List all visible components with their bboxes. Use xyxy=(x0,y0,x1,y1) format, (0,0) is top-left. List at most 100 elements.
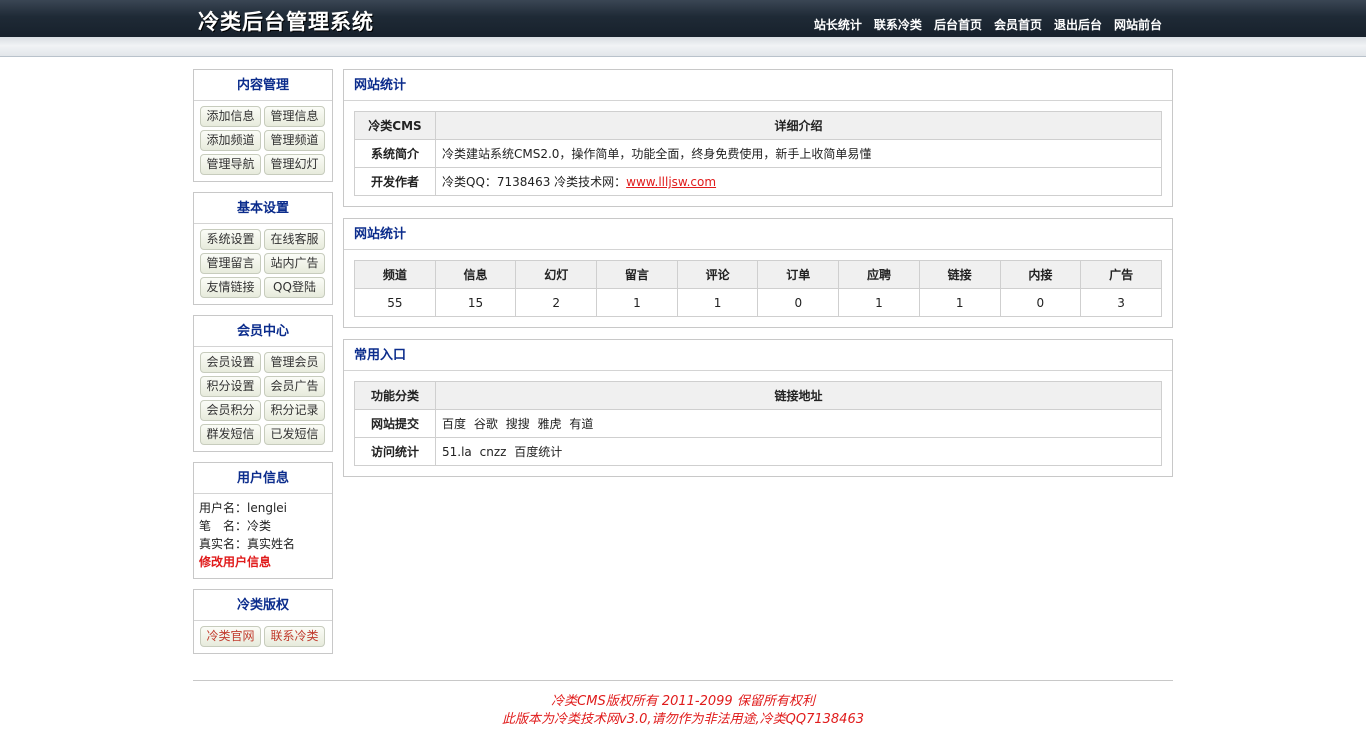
contact-button[interactable]: 联系冷类 xyxy=(264,626,325,647)
table-row: 开发作者 冷类QQ：7138463 冷类技术网：www.llljsw.com xyxy=(354,167,1162,196)
footer-notice: 此版本为冷类技术网v3.0,请勿作为非法用途,冷类QQ7138463 xyxy=(502,712,864,727)
stats-header: 评论 xyxy=(676,260,759,289)
realname-text: 真实名：真实姓名 xyxy=(199,537,296,551)
stats-value: 0 xyxy=(757,288,840,317)
cnzz-stat-link[interactable]: cnzz xyxy=(480,445,507,459)
mass-sms-button[interactable]: 群发短信 xyxy=(200,424,261,445)
site-info-table: 冷类CMS 详细介绍 系统简介 冷类建站系统CMS2.0，操作简单，功能全面，终… xyxy=(354,111,1162,196)
google-submit-link[interactable]: 谷歌 xyxy=(474,417,498,431)
copyright-title: 冷类版权 xyxy=(194,590,332,621)
submit-key: 网站提交 xyxy=(354,409,436,438)
manage-slides-button[interactable]: 管理幻灯 xyxy=(264,154,325,175)
author-site-link[interactable]: www.llljsw.com xyxy=(626,175,716,189)
sent-sms-button[interactable]: 已发短信 xyxy=(264,424,325,445)
51la-stat-link[interactable]: 51.la xyxy=(442,445,472,459)
stats-header: 留言 xyxy=(596,260,678,289)
author-value: 冷类QQ：7138463 冷类技术网： xyxy=(442,175,627,189)
header-light-band xyxy=(0,37,1366,57)
friend-links-button[interactable]: 友情链接 xyxy=(200,277,261,298)
site-stats-table: 频道 信息 幻灯 留言 评论 订单 应聘 链接 内接 广告 55 15 2 1 … xyxy=(354,260,1162,317)
author-key: 开发作者 xyxy=(354,167,436,196)
stats-value-row: 55 15 2 1 1 0 1 1 0 3 xyxy=(354,288,1162,317)
stats-value: 55 xyxy=(354,288,436,317)
stats-value: 2 xyxy=(515,288,598,317)
nav-stats-link[interactable]: 站长统计 xyxy=(814,16,862,33)
content-management-buttons: 添加信息 管理信息 添加频道 管理频道 管理导航 管理幻灯 xyxy=(194,101,332,181)
top-nav: 站长统计 联系冷类 后台首页 会员首页 退出后台 网站前台 xyxy=(814,16,1162,33)
soso-submit-link[interactable]: 搜搜 xyxy=(506,417,530,431)
member-points-button[interactable]: 会员积分 xyxy=(200,400,261,421)
basic-settings-buttons: 系统设置 在线客服 管理留言 站内广告 友情链接 QQ登陆 xyxy=(194,224,332,304)
username-text: 用户名：lenglei xyxy=(199,501,287,515)
online-service-button[interactable]: 在线客服 xyxy=(264,229,325,250)
yahoo-submit-link[interactable]: 雅虎 xyxy=(538,417,562,431)
official-site-button[interactable]: 冷类官网 xyxy=(200,626,261,647)
basic-settings-box: 基本设置 系统设置 在线客服 管理留言 站内广告 友情链接 QQ登陆 xyxy=(193,192,333,305)
youdao-submit-link[interactable]: 有道 xyxy=(569,417,593,431)
manage-nav-button[interactable]: 管理导航 xyxy=(200,154,261,175)
qq-login-button[interactable]: QQ登陆 xyxy=(264,277,325,298)
manage-channel-button[interactable]: 管理频道 xyxy=(264,130,325,151)
system-settings-button[interactable]: 系统设置 xyxy=(200,229,261,250)
stats-header: 链接 xyxy=(918,260,1001,289)
info-header-key: 冷类CMS xyxy=(354,111,436,140)
points-settings-button[interactable]: 积分设置 xyxy=(200,376,261,397)
add-info-button[interactable]: 添加信息 xyxy=(200,106,261,127)
edit-user-info-link[interactable]: 修改用户信息 xyxy=(199,553,327,571)
stat-key: 访问统计 xyxy=(354,437,436,466)
manage-info-button[interactable]: 管理信息 xyxy=(264,106,325,127)
intro-value: 冷类建站系统CMS2.0，操作简单，功能全面，终身免费使用，新手上收简单易懂 xyxy=(435,139,1162,168)
content-management-title: 内容管理 xyxy=(194,70,332,101)
stats-value: 1 xyxy=(838,288,920,317)
main-content: 网站统计 冷类CMS 详细介绍 系统简介 冷类建站系统CMS2.0，操作简单，功… xyxy=(343,69,1173,488)
baidu-submit-link[interactable]: 百度 xyxy=(442,417,466,431)
top-header: 冷类后台管理系统 站长统计 联系冷类 后台首页 会员首页 退出后台 网站前台 xyxy=(0,0,1366,57)
manage-members-button[interactable]: 管理会员 xyxy=(264,352,325,373)
site-logo: 冷类后台管理系统 xyxy=(198,10,374,34)
nav-logout-link[interactable]: 退出后台 xyxy=(1054,16,1102,33)
footer-copyright: 冷类CMS版权所有 2011-2099 保留所有权利 xyxy=(551,694,815,709)
stats-header: 应聘 xyxy=(838,260,920,289)
user-info-title: 用户信息 xyxy=(194,463,332,494)
site-stats-panel: 网站统计 频道 信息 幻灯 留言 评论 订单 应聘 链接 内接 广告 55 15 xyxy=(343,218,1173,328)
entry-header-key: 功能分类 xyxy=(354,381,436,410)
entry-header-value: 链接地址 xyxy=(435,381,1162,410)
info-header-value: 详细介绍 xyxy=(435,111,1162,140)
table-row: 网站提交 百度 谷歌 搜搜 雅虎 有道 xyxy=(354,409,1162,438)
submit-links-cell: 百度 谷歌 搜搜 雅虎 有道 xyxy=(435,409,1162,438)
site-ads-button[interactable]: 站内广告 xyxy=(264,253,325,274)
stats-value: 3 xyxy=(1080,288,1162,317)
sidebar: 内容管理 添加信息 管理信息 添加频道 管理频道 管理导航 管理幻灯 基本设置 … xyxy=(193,69,333,664)
basic-settings-title: 基本设置 xyxy=(194,193,332,224)
stats-value: 0 xyxy=(999,288,1082,317)
baidu-stat-link[interactable]: 百度统计 xyxy=(514,445,562,459)
content-management-box: 内容管理 添加信息 管理信息 添加频道 管理频道 管理导航 管理幻灯 xyxy=(193,69,333,182)
site-info-title: 网站统计 xyxy=(344,70,1172,101)
common-entry-title: 常用入口 xyxy=(344,340,1172,371)
stats-header: 幻灯 xyxy=(515,260,598,289)
nav-member-home-link[interactable]: 会员首页 xyxy=(994,16,1042,33)
member-ads-button[interactable]: 会员广告 xyxy=(264,376,325,397)
nav-contact-link[interactable]: 联系冷类 xyxy=(874,16,922,33)
table-row: 访问统计 51.la cnzz 百度统计 xyxy=(354,437,1162,466)
copyright-box: 冷类版权 冷类官网 联系冷类 xyxy=(193,589,333,654)
member-center-buttons: 会员设置 管理会员 积分设置 会员广告 会员积分 积分记录 群发短信 已发短信 xyxy=(194,347,332,451)
common-entry-table: 功能分类 链接地址 网站提交 百度 谷歌 搜搜 雅虎 有道 访问统计 51.la… xyxy=(354,381,1162,466)
manage-messages-button[interactable]: 管理留言 xyxy=(200,253,261,274)
stats-value: 1 xyxy=(596,288,678,317)
site-info-panel: 网站统计 冷类CMS 详细介绍 系统简介 冷类建站系统CMS2.0，操作简单，功… xyxy=(343,69,1173,207)
table-row: 系统简介 冷类建站系统CMS2.0，操作简单，功能全面，终身免费使用，新手上收简… xyxy=(354,139,1162,168)
stats-value: 1 xyxy=(918,288,1001,317)
add-channel-button[interactable]: 添加频道 xyxy=(200,130,261,151)
site-stats-title: 网站统计 xyxy=(344,219,1172,250)
author-value-cell: 冷类QQ：7138463 冷类技术网：www.llljsw.com xyxy=(435,167,1162,196)
member-center-title: 会员中心 xyxy=(194,316,332,347)
member-settings-button[interactable]: 会员设置 xyxy=(200,352,261,373)
nav-admin-home-link[interactable]: 后台首页 xyxy=(934,16,982,33)
stats-header-row: 频道 信息 幻灯 留言 评论 订单 应聘 链接 内接 广告 xyxy=(354,260,1162,289)
points-records-button[interactable]: 积分记录 xyxy=(264,400,325,421)
nav-frontend-link[interactable]: 网站前台 xyxy=(1114,16,1162,33)
stats-header: 频道 xyxy=(354,260,436,289)
stat-links-cell: 51.la cnzz 百度统计 xyxy=(435,437,1162,466)
stats-value: 1 xyxy=(676,288,759,317)
